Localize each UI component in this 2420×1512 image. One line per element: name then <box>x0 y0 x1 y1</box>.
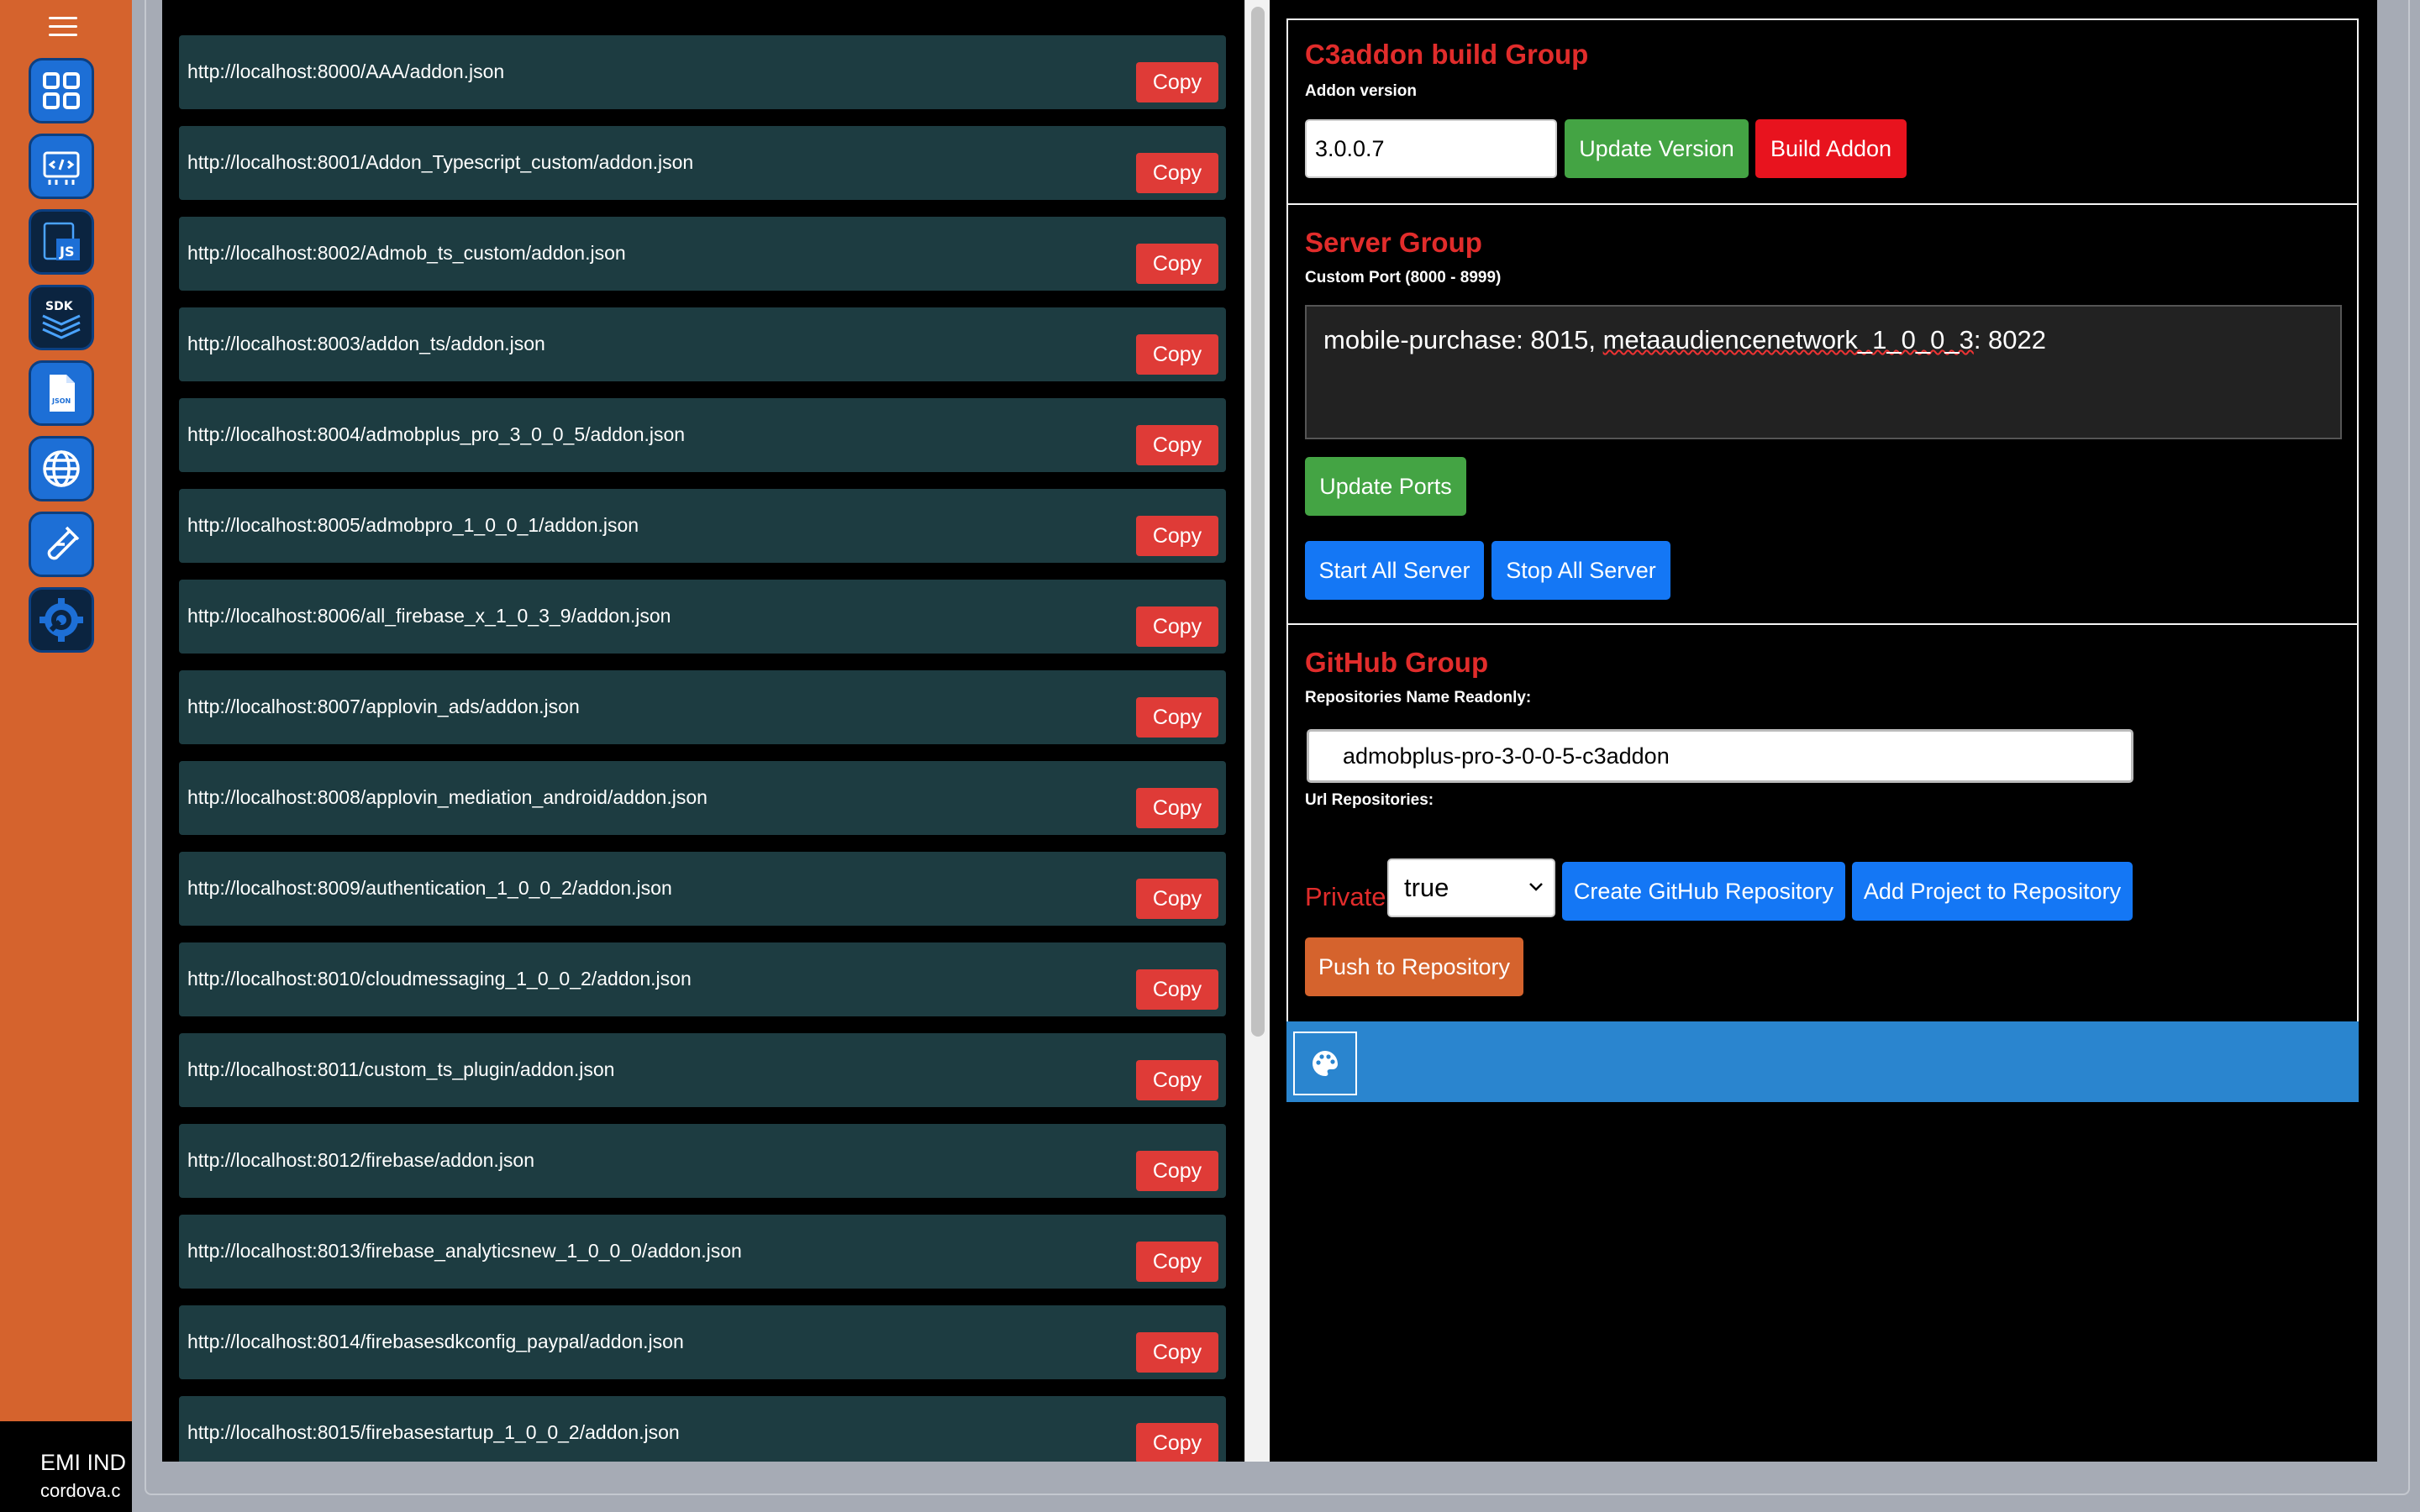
add-project-to-repo-button[interactable]: Add Project to Repository <box>1852 862 2133 921</box>
update-version-button[interactable]: Update Version <box>1565 119 1749 178</box>
brand-footer: EMI IND cordova.c <box>0 1421 132 1512</box>
create-github-repo-button[interactable]: Create GitHub Repository <box>1562 862 1845 921</box>
copy-url-button[interactable]: Copy <box>1136 879 1218 919</box>
addon-url-text: http://localhost:8015/firebasestartup_1_… <box>187 1421 680 1443</box>
build-group-title: C3addon build Group <box>1305 39 1589 70</box>
chevron-down-icon <box>1529 883 1543 891</box>
dashboard-grid-icon[interactable] <box>29 58 94 123</box>
addon-url-text: http://localhost:8009/authentication_1_0… <box>187 877 672 899</box>
github-group-title: GitHub Group <box>1305 647 1489 678</box>
url-list-item: http://localhost:8008/applovin_mediation… <box>179 761 1226 835</box>
palette-button[interactable] <box>1293 1032 1357 1095</box>
private-label: Private: <box>1305 882 1394 911</box>
private-select[interactable]: true <box>1387 858 1555 917</box>
custom-port-label: Custom Port (8000 - 8999) <box>1305 269 1502 286</box>
url-list-item: http://localhost:8015/firebasestartup_1_… <box>179 1396 1226 1462</box>
addon-url-text: http://localhost:8002/Admob_ts_custom/ad… <box>187 242 626 264</box>
url-list-item: http://localhost:8012/firebase/addon.jso… <box>179 1124 1226 1198</box>
addon-url-text: http://localhost:8006/all_firebase_x_1_0… <box>187 605 671 627</box>
private-select-value: true <box>1404 873 1449 902</box>
copy-url-button[interactable]: Copy <box>1136 1423 1218 1462</box>
copy-url-button[interactable]: Copy <box>1136 969 1218 1010</box>
addon-version-label: Addon version <box>1305 82 1418 100</box>
svg-text:JS: JS <box>59 244 74 260</box>
url-list-item: http://localhost:8005/admobpro_1_0_0_1/a… <box>179 489 1226 563</box>
copy-url-button[interactable]: Copy <box>1136 1332 1218 1373</box>
url-list-item: http://localhost:8007/applovin_ads/addon… <box>179 670 1226 744</box>
copy-url-button[interactable]: Copy <box>1136 244 1218 284</box>
addon-url-text: http://localhost:8000/AAA/addon.json <box>187 60 505 82</box>
ports-text-suffix: : 8022 <box>1973 325 2047 354</box>
addon-url-text: http://localhost:8013/firebase_analytics… <box>187 1240 742 1262</box>
ports-text-prefix: mobile-purchase: 8015, <box>1323 325 1603 354</box>
copy-url-button[interactable]: Copy <box>1136 1151 1218 1191</box>
copy-url-button[interactable]: Copy <box>1136 425 1218 465</box>
copy-url-button[interactable]: Copy <box>1136 516 1218 556</box>
copy-url-button[interactable]: Copy <box>1136 62 1218 102</box>
addon-url-text: http://localhost:8004/admobplus_pro_3_0_… <box>187 423 686 445</box>
json-file-icon[interactable]: JSON <box>29 360 94 426</box>
url-repositories-label: Url Repositories: <box>1305 791 1434 809</box>
copy-url-button[interactable]: Copy <box>1136 788 1218 828</box>
sdk-layers-icon[interactable]: SDK <box>29 285 94 350</box>
copy-url-button[interactable]: Copy <box>1136 334 1218 375</box>
test-tube-icon[interactable] <box>29 512 94 577</box>
addon-url-text: http://localhost:8011/custom_ts_plugin/a… <box>187 1058 615 1080</box>
theme-toolbar <box>1286 1021 2359 1102</box>
addon-url-text: http://localhost:8012/firebase/addon.jso… <box>187 1149 535 1171</box>
url-list-item: http://localhost:8006/all_firebase_x_1_0… <box>179 580 1226 654</box>
url-list-item: http://localhost:8013/firebase_analytics… <box>179 1215 1226 1289</box>
custom-ports-textarea[interactable]: mobile-purchase: 8015, metaaudiencenetwo… <box>1305 305 2342 439</box>
url-list-item: http://localhost:8003/addon_ts/addon.jso… <box>179 307 1226 381</box>
url-list-item: http://localhost:8014/firebasesdkconfig_… <box>179 1305 1226 1379</box>
server-group-card: Server Group Custom Port (8000 - 8999) m… <box>1286 203 2359 625</box>
palette-icon <box>1313 1051 1338 1076</box>
hamburger-menu-icon[interactable] <box>49 17 77 37</box>
url-list-item: http://localhost:8000/AAA/addon.json Copy <box>179 35 1226 109</box>
url-list-item: http://localhost:8009/authentication_1_0… <box>179 852 1226 926</box>
repo-name-label: Repositories Name Readonly: <box>1305 689 1532 706</box>
brand-subtitle: cordova.c <box>40 1480 121 1501</box>
sidebar: JS SDK JSON EMI IND cordova.c <box>0 0 132 1512</box>
push-to-repo-button[interactable]: Push to Repository <box>1305 937 1523 996</box>
stop-all-server-button[interactable]: Stop All Server <box>1491 541 1670 600</box>
control-panel: C3addon build Group Addon version 3.0.0.… <box>1270 0 2377 1462</box>
build-group-card: C3addon build Group Addon version 3.0.0.… <box>1286 18 2359 205</box>
ports-text-misspelled: metaaudiencenetwork_1_0_0_3 <box>1602 325 1974 354</box>
build-addon-button[interactable]: Build Addon <box>1755 119 1907 178</box>
globe-icon[interactable] <box>29 436 94 501</box>
url-list-item: http://localhost:8010/cloudmessaging_1_0… <box>179 942 1226 1016</box>
copy-url-button[interactable]: Copy <box>1136 606 1218 647</box>
start-all-server-button[interactable]: Start All Server <box>1305 541 1484 600</box>
copy-url-button[interactable]: Copy <box>1136 697 1218 738</box>
addon-url-text: http://localhost:8005/admobpro_1_0_0_1/a… <box>187 514 639 536</box>
url-list-item: http://localhost:8011/custom_ts_plugin/a… <box>179 1033 1226 1107</box>
addon-url-text: http://localhost:8010/cloudmessaging_1_0… <box>187 968 692 990</box>
copy-url-button[interactable]: Copy <box>1136 1242 1218 1282</box>
copy-url-button[interactable]: Copy <box>1136 153 1218 193</box>
addon-url-text: http://localhost:8001/Addon_Typescript_c… <box>187 151 694 173</box>
list-scrollbar[interactable] <box>1244 0 1270 1462</box>
svg-text:JSON: JSON <box>51 397 71 405</box>
js-file-icon[interactable]: JS <box>29 209 94 275</box>
addon-url-text: http://localhost:8007/applovin_ads/addon… <box>187 696 580 717</box>
brand-title: EMI IND <box>40 1450 127 1475</box>
addon-url-text: http://localhost:8014/firebasesdkconfig_… <box>187 1331 684 1352</box>
copy-url-button[interactable]: Copy <box>1136 1060 1218 1100</box>
addon-url-text: http://localhost:8003/addon_ts/addon.jso… <box>187 333 545 354</box>
addon-url-text: http://localhost:8008/applovin_mediation… <box>187 786 708 808</box>
github-group-card: GitHub Group Repositories Name Readonly:… <box>1286 623 2359 1023</box>
update-ports-button[interactable]: Update Ports <box>1305 457 1466 516</box>
addon-url-list: http://localhost:8000/AAA/addon.json Copy… <box>162 0 1244 1462</box>
code-editor-icon[interactable] <box>29 134 94 199</box>
repo-name-input[interactable]: admobplus-pro-3-0-0-5-c3addon <box>1307 729 2133 783</box>
addon-version-input[interactable]: 3.0.0.7 <box>1305 119 1557 178</box>
url-list-item: http://localhost:8001/Addon_Typescript_c… <box>179 126 1226 200</box>
server-group-title: Server Group <box>1305 227 1482 258</box>
url-list-item: http://localhost:8002/Admob_ts_custom/ad… <box>179 217 1226 291</box>
settings-wrench-icon[interactable] <box>29 587 94 653</box>
url-list-item: http://localhost:8004/admobplus_pro_3_0_… <box>179 398 1226 472</box>
list-scroll-thumb[interactable] <box>1251 7 1265 1037</box>
svg-text:SDK: SDK <box>45 300 74 313</box>
